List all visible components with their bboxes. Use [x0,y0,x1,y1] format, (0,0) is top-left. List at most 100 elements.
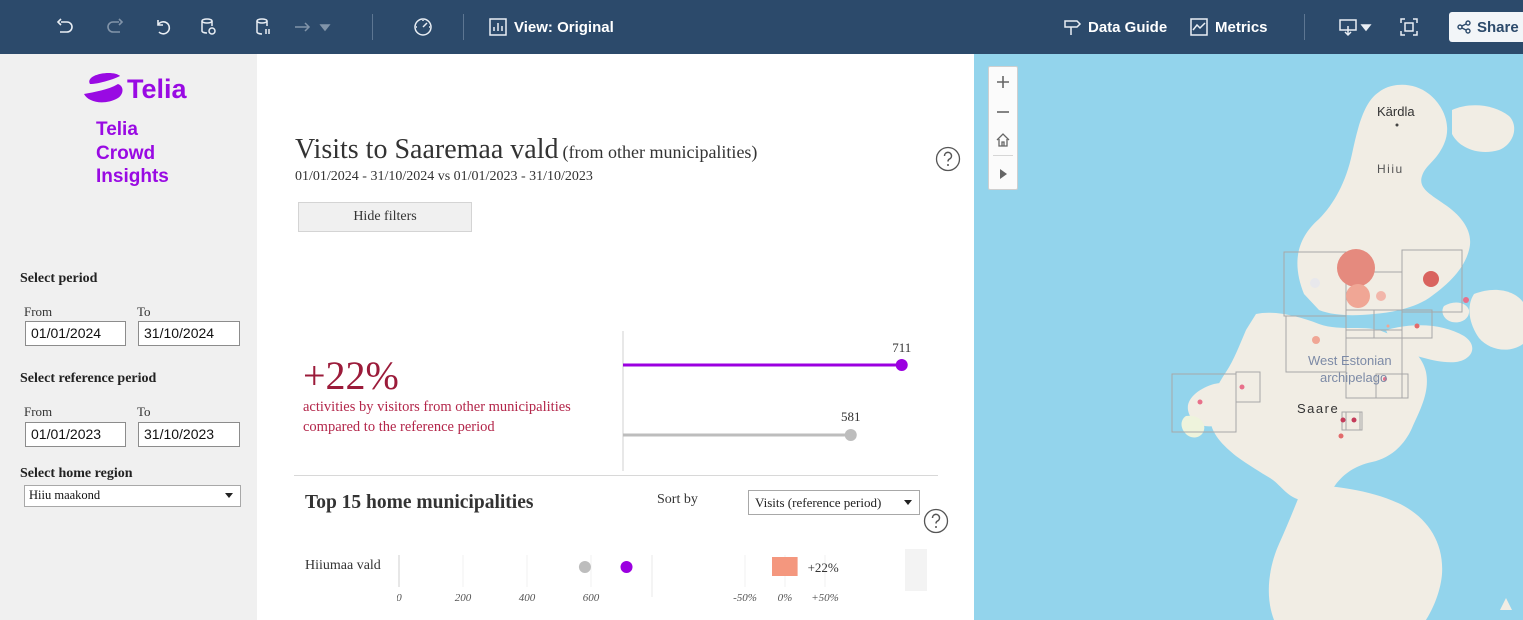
control-divider [993,155,1013,156]
home-region-select[interactable]: Hiiu maakond [24,485,241,507]
reference-period-marker [844,429,857,441]
redo-icon[interactable] [100,0,130,54]
map-canvas [1171,84,1523,620]
visit-circle [1351,417,1357,423]
present-icon[interactable] [290,0,336,54]
reference-to-field[interactable]: 31/10/2023 [138,422,240,447]
sorve-peninsula [1268,484,1443,620]
visits-tick-label: 400 [519,592,536,604]
refresh-data-icon[interactable] [195,0,221,54]
map-controls [988,66,1018,190]
toolbar-separator [372,14,373,40]
map-label-kardla: Kärdla [1377,104,1415,119]
reference-to-label: To [137,404,151,419]
minus-icon [997,111,1009,113]
view-label: View: Original [514,18,614,36]
performance-icon[interactable] [410,0,436,54]
reference-period-value: 581 [841,409,861,424]
help-icon[interactable] [923,508,949,534]
visit-circle [1338,433,1344,439]
main-dashboard: Visits to Saaremaa vald (from other muni… [257,54,974,620]
play-icon [1000,169,1007,179]
current-period-marker [895,359,908,371]
reference-heading: Select reference period [20,371,157,386]
brand-subtitle-line: Insights [96,166,169,187]
change-description: activities by visitors from other munici… [303,399,571,435]
municipality-row-label: Hiiumaa vald [305,558,381,573]
visits-tick-label: 0 [397,592,402,604]
visit-circle [1423,271,1439,287]
reference-from-field[interactable]: 01/01/2023 [25,422,126,447]
islet [1500,598,1512,610]
period-to-label: To [137,304,151,319]
change-tick-label: -50% [733,592,757,604]
hide-filters-button[interactable]: Hide filters [298,202,472,232]
hiiumaa-island [1297,84,1471,316]
municipality-row-chart: 0 200 400 600 -50% 0% +50% +22% [397,549,927,604]
section-divider [294,475,938,476]
download-icon [1339,19,1372,37]
share-button[interactable]: Share [1449,12,1523,42]
visit-circle [1376,291,1386,301]
kpi-comparison-chart: 711 581 [622,331,911,471]
chevron-down-icon [225,493,233,498]
metrics-button[interactable]: Metrics [1189,0,1281,54]
visit-circle [1337,249,1375,287]
brand-subtitle: Telia Crowd Insights [96,118,169,189]
home-region-value: Hiiu maakond [29,488,101,502]
view-button[interactable]: View: Original [488,0,624,54]
date-range: 01/01/2024 - 31/10/2024 vs 01/01/2023 - … [295,169,593,184]
brand-subtitle-line: Telia [96,119,138,140]
map-label-archipelago-2: archipelago [1320,370,1388,385]
visit-circle [1239,384,1245,390]
change-value-label: +22% [808,560,839,575]
home-icon [996,133,1010,147]
help-icon[interactable] [935,146,961,172]
brand-name: Telia [127,74,187,104]
visits-tick-label: 200 [455,592,472,604]
current-visits-dot [620,561,633,573]
page-title: Visits to Saaremaa vald (from other muni… [295,134,757,166]
title-suffix: (from other municipalities) [562,142,758,162]
undo-icon[interactable] [50,0,80,54]
fullscreen-button[interactable] [1394,0,1424,54]
scrollbar-track[interactable] [905,549,927,591]
visit-circle [1312,336,1320,344]
sort-by-select[interactable]: Visits (reference period) [748,490,920,515]
visit-circle [1346,284,1370,308]
sort-by-label: Sort by [657,492,698,507]
toolbar-separator [1304,14,1305,40]
period-heading: Select period [20,271,98,286]
map-view[interactable]: Kärdla Hiiu West Estonian archipelago Sa… [974,54,1523,620]
visit-circle [1414,323,1420,329]
plus-icon [997,76,1009,88]
map-label-saare: Saare [1297,401,1340,416]
current-period-value: 711 [892,340,911,355]
top-municipalities-heading: Top 15 home municipalities [305,492,534,513]
visit-circle [1197,399,1203,405]
sort-by-value: Visits (reference period) [755,495,882,510]
map-tools-button[interactable] [989,159,1017,189]
town-marker [1395,123,1399,127]
top-toolbar: View: Original Data Guide Metrics Share [0,0,1523,54]
telia-logo-icon [84,73,123,103]
visit-circle [1463,297,1469,303]
period-from-field[interactable]: 01/01/2024 [25,321,126,346]
change-tick-label: 0% [778,592,793,604]
reset-map-button[interactable] [989,125,1017,155]
change-percentage: +22% [303,353,399,398]
pause-updates-icon[interactable] [250,0,276,54]
period-from-label: From [24,304,53,319]
toolbar-separator [463,14,464,40]
zoom-out-button[interactable] [989,97,1017,127]
map-label-hiiu: Hiiu [1377,162,1404,176]
metrics-icon [1190,18,1208,36]
reference-from-label: From [24,404,53,419]
mainland-coast [1469,289,1523,350]
revert-icon[interactable] [148,0,178,54]
download-button[interactable] [1336,0,1376,54]
period-to-field[interactable]: 31/10/2024 [138,321,240,346]
data-guide-button[interactable]: Data Guide [1062,0,1174,54]
data-guide-label: Data Guide [1088,18,1168,36]
zoom-in-button[interactable] [989,67,1017,97]
